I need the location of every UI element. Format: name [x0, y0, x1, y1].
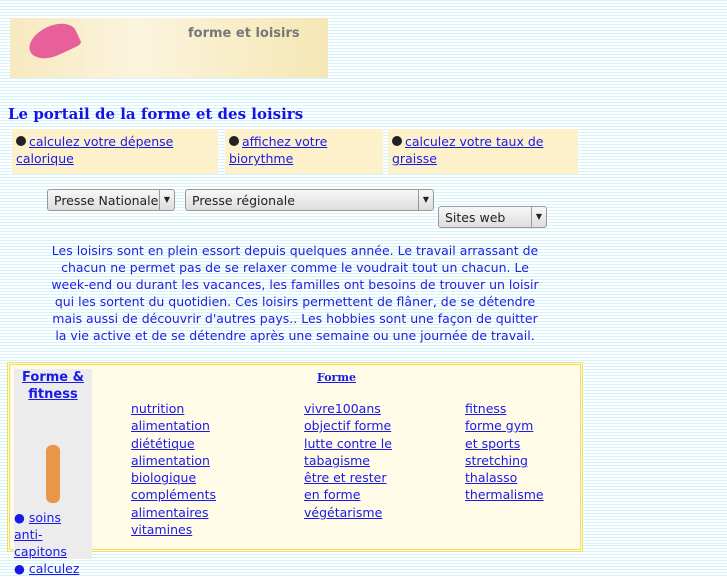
sidebar-link-calculez[interactable]: calculez: [29, 561, 80, 576]
forme-link[interactable]: en forme: [304, 487, 360, 502]
forme-link[interactable]: alimentation: [131, 453, 210, 468]
forme-link[interactable]: biologique: [131, 470, 196, 485]
tool-icon: [229, 136, 239, 146]
tool-icon: [16, 136, 26, 146]
select-value: Presse Nationale: [54, 193, 159, 208]
select-sites-web[interactable]: Sites web ▼: [438, 206, 547, 228]
forme-heading-link[interactable]: Forme: [317, 371, 356, 384]
forme-column-2: vivre100ans objectif forme lutte contre …: [304, 400, 392, 521]
forme-link[interactable]: forme gym: [465, 418, 533, 433]
banner: forme et loisirs: [10, 16, 328, 78]
sidebar: Forme & fitness ● soins anti-capitons ● …: [14, 369, 92, 576]
forme-link[interactable]: thalasso: [465, 470, 517, 485]
forme-panel: Forme & fitness ● soins anti-capitons ● …: [7, 362, 583, 576]
forme-link[interactable]: végétarisme: [304, 505, 382, 520]
forme-link[interactable]: vivre100ans: [304, 401, 381, 416]
fitness-figure-image: [46, 445, 60, 503]
chevron-down-icon: ▼: [418, 190, 433, 210]
chevron-down-icon: ▼: [531, 207, 546, 227]
forme-link[interactable]: nutrition: [131, 401, 184, 416]
link-fat[interactable]: calculez votre taux de graisse: [392, 134, 543, 166]
forme-link[interactable]: lutte contre le: [304, 436, 392, 451]
forme-link[interactable]: compléments: [131, 487, 216, 502]
chevron-down-icon: ▼: [159, 190, 174, 210]
paraglider-image: [24, 16, 82, 66]
sidebar-title-link[interactable]: Forme & fitness: [22, 370, 84, 402]
tool-box-calories: calculez votre dépense calorique: [12, 129, 218, 174]
forme-link[interactable]: et sports: [465, 436, 520, 451]
logo-text: forme et loisirs: [188, 26, 300, 41]
tool-icon: [392, 136, 402, 146]
link-calories[interactable]: calculez votre dépense calorique: [16, 134, 173, 166]
forme-column-3: fitness forme gym et sports stretching t…: [465, 400, 544, 504]
forme-link[interactable]: diététique: [131, 436, 195, 451]
forme-link[interactable]: thermalisme: [465, 487, 544, 502]
tool-box-biorhythm: affichez votre biorythme: [225, 129, 383, 174]
page-title: Le portail de la forme et des loisirs: [8, 105, 304, 123]
forme-link[interactable]: objectif forme: [304, 418, 391, 433]
link-biorhythm[interactable]: affichez votre biorythme: [229, 134, 327, 166]
select-value: Sites web: [445, 210, 506, 225]
select-value: Presse régionale: [192, 193, 295, 208]
forme-column-1: nutrition alimentation diététique alimen…: [131, 400, 216, 538]
select-presse-regionale[interactable]: Presse régionale ▼: [185, 189, 434, 211]
forme-link[interactable]: stretching: [465, 453, 528, 468]
forme-link[interactable]: tabagisme: [304, 453, 370, 468]
forme-link[interactable]: alimentation: [131, 418, 210, 433]
tool-box-fat: calculez votre taux de graisse: [388, 129, 578, 174]
forme-link[interactable]: alimentaires: [131, 505, 209, 520]
forme-link[interactable]: être et rester: [304, 470, 386, 485]
forme-link[interactable]: fitness: [465, 401, 506, 416]
intro-text: Les loisirs sont en plein essort depuis …: [51, 243, 539, 343]
select-presse-nationale[interactable]: Presse Nationale ▼: [47, 189, 175, 211]
forme-link[interactable]: vitamines: [131, 522, 192, 537]
